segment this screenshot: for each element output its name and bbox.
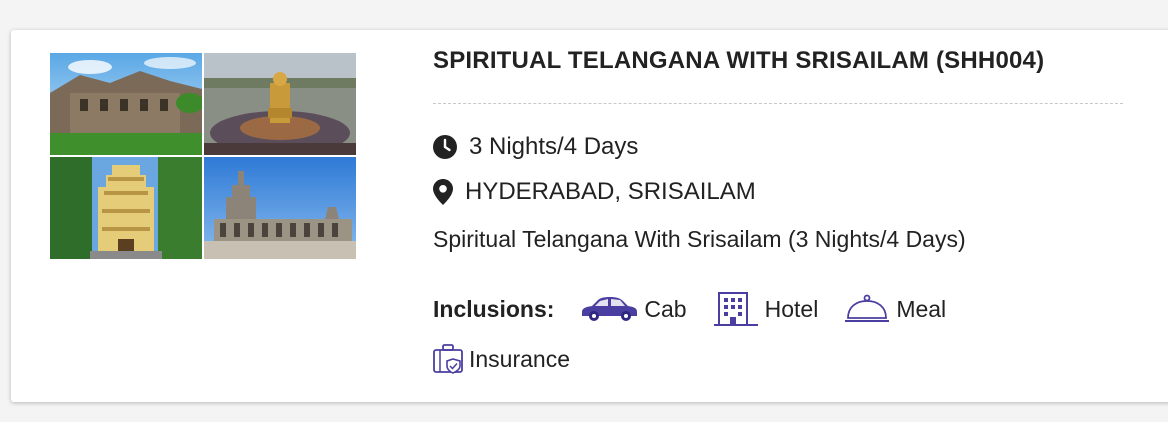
clock-icon bbox=[433, 135, 457, 159]
duration-row: 3 Nights/4 Days bbox=[433, 133, 638, 161]
inclusion-cab-label: Cab bbox=[644, 295, 687, 322]
package-title[interactable]: SPIRITUAL TELANGANA WITH SRISAILAM (SHH0… bbox=[433, 47, 1044, 75]
package-card: SPIRITUAL TELANGANA WITH SRISAILAM (SHH0… bbox=[11, 30, 1168, 402]
statue-photo bbox=[204, 53, 356, 155]
inclusion-meal-label: Meal bbox=[896, 295, 947, 322]
inclusion-hotel: Hotel bbox=[713, 292, 819, 326]
hotel-icon bbox=[713, 292, 759, 326]
duration-text: 3 Nights/4 Days bbox=[469, 133, 639, 160]
inclusion-meal: Meal bbox=[844, 294, 946, 324]
package-image-collage[interactable] bbox=[50, 53, 356, 261]
map-pin-icon bbox=[433, 179, 453, 205]
fort-photo bbox=[50, 53, 202, 155]
meal-icon bbox=[844, 294, 890, 324]
divider bbox=[433, 103, 1123, 104]
package-description: Spiritual Telangana With Srisailam (3 Ni… bbox=[433, 226, 966, 252]
gopuram-photo bbox=[50, 157, 202, 259]
cab-icon bbox=[580, 296, 638, 322]
location-text: HYDERABAD, SRISAILAM bbox=[465, 178, 756, 205]
inclusions-row-2: Insurance bbox=[433, 344, 570, 374]
location-row: HYDERABAD, SRISAILAM bbox=[433, 178, 756, 206]
inclusion-insurance-label: Insurance bbox=[469, 345, 571, 372]
inclusion-hotel-label: Hotel bbox=[764, 295, 819, 322]
inclusions-row: Inclusions: Cab Hotel Meal bbox=[433, 292, 972, 326]
insurance-icon bbox=[433, 344, 465, 374]
inclusion-cab: Cab bbox=[580, 295, 687, 323]
temple-photo bbox=[204, 157, 356, 259]
inclusions-label: Inclusions: bbox=[433, 295, 555, 322]
